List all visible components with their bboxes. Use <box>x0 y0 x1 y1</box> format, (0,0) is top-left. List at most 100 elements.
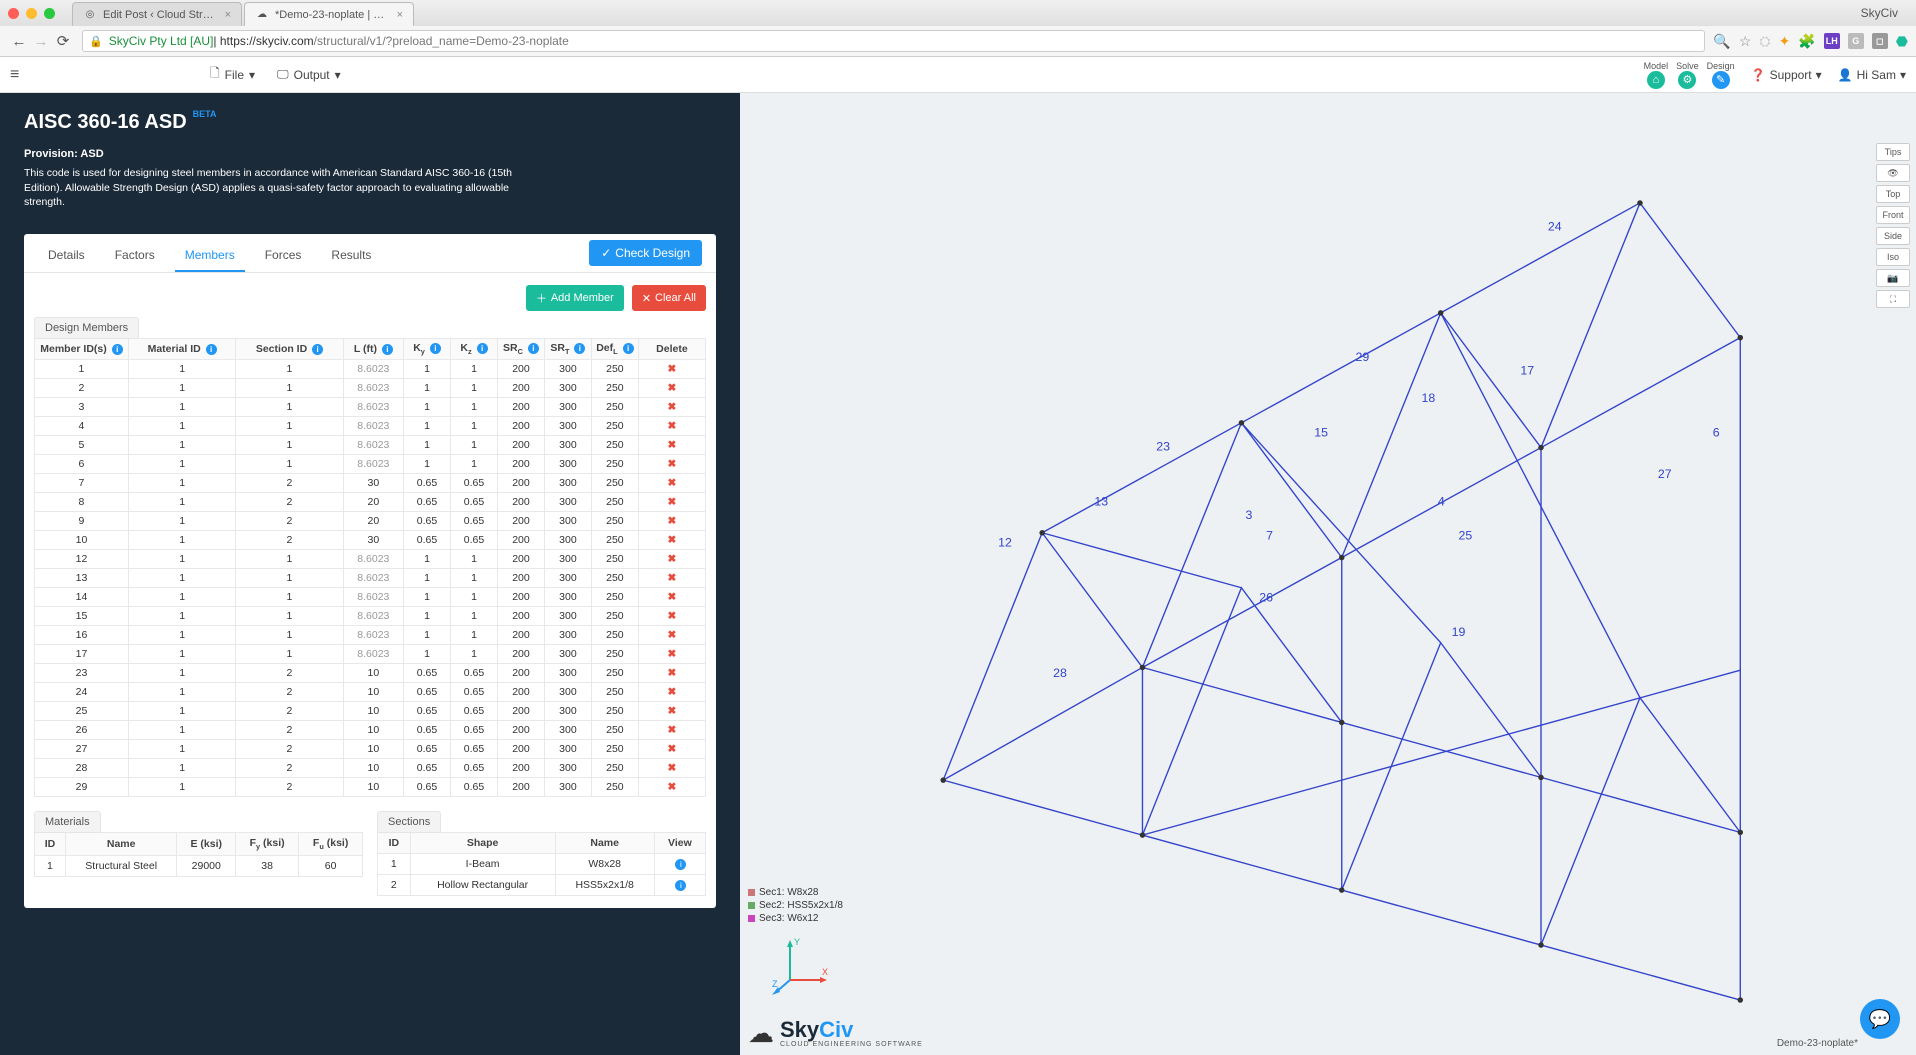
view-tool-button[interactable]: Front <box>1876 206 1910 224</box>
table-row[interactable]: 2118.602311200300250✖ <box>35 379 706 398</box>
view-tool-button[interactable]: ⛶ <box>1876 290 1910 308</box>
view-tool-button[interactable]: 📷 <box>1876 269 1910 287</box>
info-icon[interactable]: i <box>112 344 123 355</box>
table-row[interactable]: 912200.650.65200300250✖ <box>35 512 706 531</box>
table-row[interactable]: 2512100.650.65200300250✖ <box>35 702 706 721</box>
window-maximize-icon[interactable] <box>44 8 55 19</box>
check-design-button[interactable]: ✓Check Design <box>589 240 702 266</box>
table-row[interactable]: 4118.602311200300250✖ <box>35 417 706 436</box>
table-row[interactable]: 1118.602311200300250✖ <box>35 360 706 379</box>
table-row[interactable]: 12118.602311200300250✖ <box>35 550 706 569</box>
table-row[interactable]: 1Structural Steel290003860 <box>35 856 363 877</box>
delete-icon[interactable]: ✖ <box>668 572 677 584</box>
delete-icon[interactable]: ✖ <box>668 762 677 774</box>
table-row[interactable]: 15118.602311200300250✖ <box>35 607 706 626</box>
info-icon[interactable]: i <box>574 343 585 354</box>
delete-icon[interactable]: ✖ <box>668 401 677 413</box>
delete-icon[interactable]: ✖ <box>668 363 677 375</box>
menu-icon[interactable]: ≡ <box>10 66 30 84</box>
table-row[interactable]: 1012300.650.65200300250✖ <box>35 531 706 550</box>
window-minimize-icon[interactable] <box>26 8 37 19</box>
table-row[interactable]: 14118.602311200300250✖ <box>35 588 706 607</box>
mode-solve[interactable]: Solve⚙ <box>1676 61 1699 89</box>
table-row[interactable]: 17118.602311200300250✖ <box>35 645 706 664</box>
window-close-icon[interactable] <box>8 8 19 19</box>
delete-icon[interactable]: ✖ <box>668 610 677 622</box>
browser-tab[interactable]: ◎ Edit Post ‹ Cloud Structural So × <box>72 2 242 26</box>
tab-close-icon[interactable]: × <box>225 9 231 21</box>
delete-icon[interactable]: ✖ <box>668 686 677 698</box>
delete-icon[interactable]: ✖ <box>668 515 677 527</box>
table-row[interactable]: 2612100.650.65200300250✖ <box>35 721 706 740</box>
table-row[interactable]: 5118.602311200300250✖ <box>35 436 706 455</box>
delete-icon[interactable]: ✖ <box>668 420 677 432</box>
delete-icon[interactable]: ✖ <box>668 705 677 717</box>
tab-factors[interactable]: Factors <box>105 240 165 272</box>
table-row[interactable]: 712300.650.65200300250✖ <box>35 474 706 493</box>
support-menu[interactable]: ❓Support ▾ <box>1751 68 1822 82</box>
view-tool-button[interactable]: Iso <box>1876 248 1910 266</box>
view-tool-button[interactable]: Tips <box>1876 143 1910 161</box>
table-row[interactable]: 1I-BeamW8x28i <box>378 854 706 875</box>
table-row[interactable]: 2712100.650.65200300250✖ <box>35 740 706 759</box>
tab-members[interactable]: Members <box>175 240 245 272</box>
add-member-button[interactable]: ＋Add Member <box>526 285 624 311</box>
delete-icon[interactable]: ✖ <box>668 439 677 451</box>
model-viewport[interactable]: 24 17 29 18 15 6 23 4 27 13 3 7 12 25 26… <box>740 93 1916 1055</box>
delete-icon[interactable]: ✖ <box>668 382 677 394</box>
delete-icon[interactable]: ✖ <box>668 496 677 508</box>
tab-details[interactable]: Details <box>38 240 95 272</box>
table-row[interactable]: 3118.602311200300250✖ <box>35 398 706 417</box>
delete-icon[interactable]: ✖ <box>668 458 677 470</box>
info-icon[interactable]: i <box>623 343 634 354</box>
delete-icon[interactable]: ✖ <box>668 781 677 793</box>
info-icon[interactable]: i <box>528 343 539 354</box>
delete-icon[interactable]: ✖ <box>668 553 677 565</box>
delete-icon[interactable]: ✖ <box>668 591 677 603</box>
table-row[interactable]: 812200.650.65200300250✖ <box>35 493 706 512</box>
bookmark-icon[interactable]: ☆ <box>1739 33 1752 50</box>
view-tool-button[interactable]: Top <box>1876 185 1910 203</box>
table-row[interactable]: 6118.602311200300250✖ <box>35 455 706 474</box>
table-row[interactable]: 2312100.650.65200300250✖ <box>35 664 706 683</box>
table-row[interactable]: 16118.602311200300250✖ <box>35 626 706 645</box>
table-row[interactable]: 2912100.650.65200300250✖ <box>35 778 706 797</box>
clear-all-button[interactable]: ✕Clear All <box>632 285 706 311</box>
mode-model[interactable]: Model⌂ <box>1644 61 1669 89</box>
table-row[interactable]: 2412100.650.65200300250✖ <box>35 683 706 702</box>
view-tool-button[interactable]: Side <box>1876 227 1910 245</box>
mode-design[interactable]: Design✎ <box>1707 61 1735 89</box>
table-row[interactable]: 2812100.650.65200300250✖ <box>35 759 706 778</box>
delete-icon[interactable]: ✖ <box>668 667 677 679</box>
tab-results[interactable]: Results <box>321 240 381 272</box>
info-icon[interactable]: i <box>206 344 217 355</box>
extension-icon[interactable]: LH <box>1824 33 1840 49</box>
extension-icon[interactable]: 🧩 <box>1798 33 1815 50</box>
table-row[interactable]: 2Hollow RectangularHSS5x2x1/8i <box>378 875 706 896</box>
extension-icon[interactable]: G <box>1848 33 1864 49</box>
delete-icon[interactable]: ✖ <box>668 629 677 641</box>
view-section-icon[interactable]: i <box>675 859 686 870</box>
delete-icon[interactable]: ✖ <box>668 648 677 660</box>
tab-forces[interactable]: Forces <box>255 240 312 272</box>
view-section-icon[interactable]: i <box>675 880 686 891</box>
info-icon[interactable]: i <box>382 344 393 355</box>
delete-icon[interactable]: ✖ <box>668 743 677 755</box>
nav-back-icon[interactable]: ← <box>8 33 30 50</box>
extension-icon[interactable]: ⛭ <box>1759 33 1770 50</box>
delete-icon[interactable]: ✖ <box>668 477 677 489</box>
info-icon[interactable]: i <box>477 343 488 354</box>
extension-icon[interactable]: ✦ <box>1779 33 1791 50</box>
table-row[interactable]: 13118.602311200300250✖ <box>35 569 706 588</box>
extension-icon[interactable]: ⬣ <box>1896 33 1908 50</box>
output-menu[interactable]: 🖵Output ▾ <box>277 64 341 85</box>
nav-forward-icon[interactable]: → <box>30 33 52 50</box>
info-icon[interactable]: i <box>312 344 323 355</box>
user-menu[interactable]: 👤Hi Sam ▾ <box>1838 68 1906 82</box>
chat-icon[interactable]: 💬 <box>1860 999 1900 1039</box>
delete-icon[interactable]: ✖ <box>668 534 677 546</box>
file-menu[interactable]: 🗋File ▾ <box>210 64 255 85</box>
url-input[interactable]: 🔒 SkyCiv Pty Ltd [AU] | https://skyciv.c… <box>82 30 1705 52</box>
info-icon[interactable]: i <box>430 343 441 354</box>
browser-tab[interactable]: ☁ *Demo-23-noplate | SkyCiv × <box>244 2 414 26</box>
